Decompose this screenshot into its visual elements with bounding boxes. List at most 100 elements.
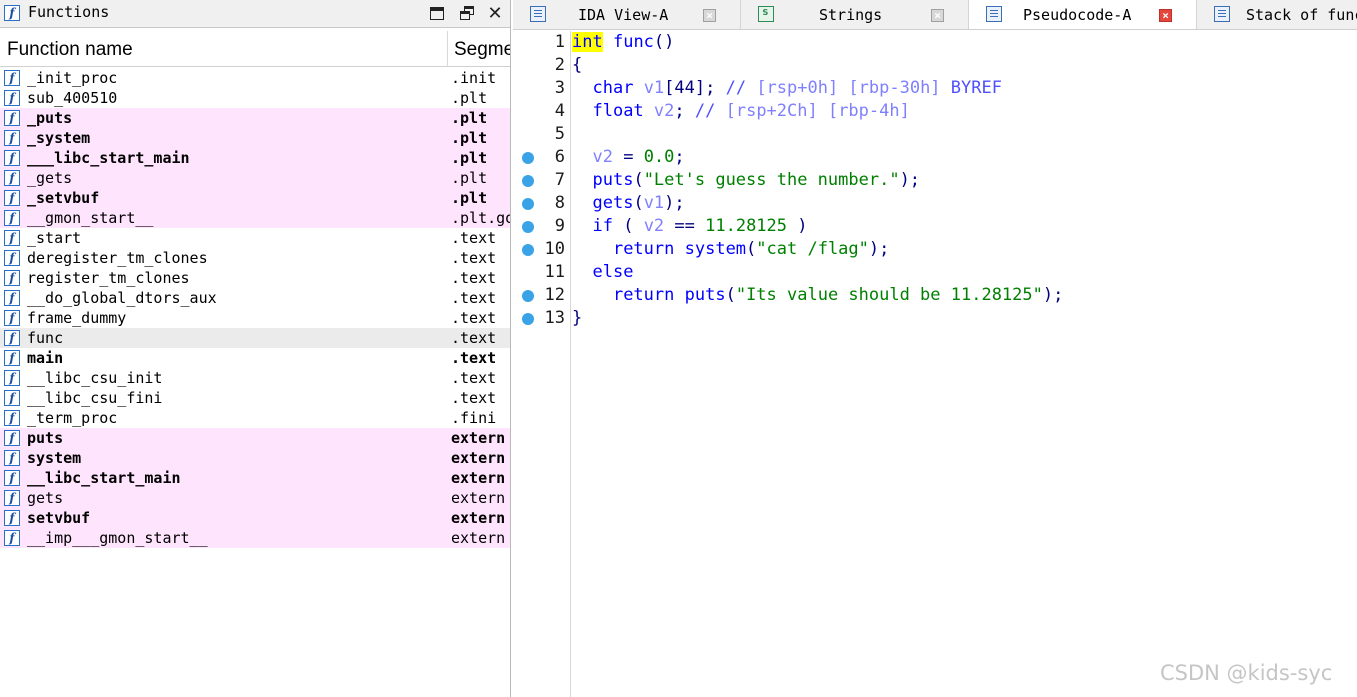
breakpoint-marker-icon[interactable] — [522, 175, 534, 187]
column-header-segment[interactable]: Segme — [454, 39, 510, 61]
function-row[interactable]: f func .text — [0, 328, 510, 348]
function-row[interactable]: f puts extern — [0, 428, 510, 448]
function-icon: f — [4, 450, 20, 466]
code-line[interactable]: 10 return system("cat /flag"); — [513, 238, 1357, 261]
function-row[interactable]: f _term_proc .fini — [0, 408, 510, 428]
code-token: [rsp+2Ch] [rbp-4h] — [725, 101, 910, 121]
function-segment: extern — [451, 449, 506, 467]
function-row[interactable]: f main .text — [0, 348, 510, 368]
code-line[interactable]: 1 int func() — [513, 31, 1357, 54]
code-token: gets — [592, 193, 634, 213]
function-segment: .text — [451, 249, 497, 267]
function-icon: f — [4, 270, 20, 286]
function-row[interactable]: f __libc_start_main extern — [0, 468, 510, 488]
code-line[interactable]: 12 return puts("Its value should be 11.2… — [513, 284, 1357, 307]
function-row[interactable]: f __libc_csu_fini .text — [0, 388, 510, 408]
float-window-icon[interactable] — [458, 5, 476, 23]
function-row[interactable]: f ___libc_start_main .plt — [0, 148, 510, 168]
function-row[interactable]: f __imp___gmon_start__ extern — [0, 528, 510, 548]
function-row[interactable]: f __gmon_start__ .plt.go — [0, 208, 510, 228]
code-line[interactable]: 11 else — [513, 261, 1357, 284]
function-segment: .text — [451, 229, 497, 247]
function-segment: .plt — [451, 129, 488, 147]
function-row[interactable]: f _setvbuf .plt — [0, 188, 510, 208]
code-line[interactable]: 5 — [513, 123, 1357, 146]
function-row[interactable]: f _system .plt — [0, 128, 510, 148]
code-token: v1 — [643, 78, 665, 98]
close-icon[interactable]: ✕ — [486, 5, 504, 23]
function-row[interactable]: f _init_proc .init — [0, 68, 510, 88]
tab-ida-view-a[interactable]: IDA View-A × — [513, 0, 741, 29]
tab-pseudocode-a[interactable]: Pseudocode-A × — [969, 0, 1197, 29]
code-line[interactable]: 6 v2 = 0.0; — [513, 146, 1357, 169]
breakpoint-marker-icon[interactable] — [522, 198, 534, 210]
code-token: // — [694, 101, 726, 121]
line-number: 11 — [544, 262, 565, 282]
ida-view-icon — [530, 6, 546, 22]
function-row[interactable]: f register_tm_clones .text — [0, 268, 510, 288]
breakpoint-marker-icon[interactable] — [522, 244, 534, 256]
function-row[interactable]: f gets extern — [0, 488, 510, 508]
code-token: "cat /flag" — [756, 239, 869, 259]
breakpoint-marker-icon[interactable] — [522, 221, 534, 233]
code-line[interactable]: 9 if ( v2 == 11.28125 ) — [513, 215, 1357, 238]
function-icon: f — [4, 310, 20, 326]
line-number: 10 — [544, 239, 565, 259]
code-line[interactable]: 8 gets(v1); — [513, 192, 1357, 215]
code-token: = — [612, 147, 644, 167]
tab-close-icon[interactable]: × — [931, 9, 944, 22]
code-text: gets(v1); — [572, 192, 685, 215]
function-row[interactable]: f sub_400510 .plt — [0, 88, 510, 108]
function-row[interactable]: f __do_global_dtors_aux .text — [0, 288, 510, 308]
maximize-icon[interactable] — [428, 5, 446, 23]
breakpoint-marker-icon[interactable] — [522, 313, 534, 325]
function-row[interactable]: f system extern — [0, 448, 510, 468]
function-row[interactable]: f __libc_csu_init .text — [0, 368, 510, 388]
function-segment: extern — [451, 489, 506, 507]
function-row[interactable]: f setvbuf extern — [0, 508, 510, 528]
function-icon: f — [4, 510, 20, 526]
function-segment: .plt — [451, 169, 488, 187]
code-token: ); — [868, 239, 890, 259]
code-line[interactable]: 2{ — [513, 54, 1357, 77]
code-token: return — [612, 239, 675, 259]
pseudocode-view[interactable]: 1 int func() 2{3 char v1[44]; // [rsp+0h] … — [513, 31, 1357, 697]
function-row[interactable]: f deregister_tm_clones .text — [0, 248, 510, 268]
breakpoint-marker-icon[interactable] — [522, 290, 534, 302]
function-row[interactable]: f _puts .plt — [0, 108, 510, 128]
function-segment: .text — [451, 289, 497, 307]
function-segment: .plt — [451, 189, 488, 207]
stack-icon — [1214, 6, 1230, 22]
function-name: __imp___gmon_start__ — [27, 529, 208, 547]
column-header-function-name[interactable]: Function name — [7, 39, 133, 61]
code-token: ); — [664, 193, 685, 213]
function-icon: f — [4, 190, 20, 206]
tab-strings[interactable]: Strings × — [741, 0, 969, 29]
code-line[interactable]: 13} — [513, 307, 1357, 330]
function-row[interactable]: f frame_dummy .text — [0, 308, 510, 328]
function-icon: f — [4, 530, 20, 546]
tab-close-icon[interactable]: × — [1159, 9, 1172, 22]
function-name: gets — [27, 489, 64, 507]
function-segment: .plt — [451, 109, 488, 127]
column-divider[interactable] — [447, 31, 448, 67]
function-icon: f — [4, 5, 20, 21]
code-line[interactable]: 4 float v2; // [rsp+2Ch] [rbp-4h] — [513, 100, 1357, 123]
code-token: if — [592, 216, 613, 236]
tab-stack-of-func[interactable]: Stack of func — [1197, 0, 1357, 29]
function-row[interactable]: f _gets .plt — [0, 168, 510, 188]
function-icon: f — [4, 410, 20, 426]
function-icon: f — [4, 70, 20, 86]
code-line[interactable]: 7 puts("Let's guess the number."); — [513, 169, 1357, 192]
function-row[interactable]: f _start .text — [0, 228, 510, 248]
breakpoint-marker-icon[interactable] — [522, 152, 534, 164]
line-number: 5 — [554, 124, 565, 144]
watermark: CSDN @kids-syc — [1160, 661, 1333, 685]
function-segment: .text — [451, 349, 497, 367]
code-line[interactable]: 3 char v1[44]; // [rsp+0h] [rbp-30h] BYR… — [513, 77, 1357, 100]
tab-close-icon[interactable]: × — [703, 9, 716, 22]
